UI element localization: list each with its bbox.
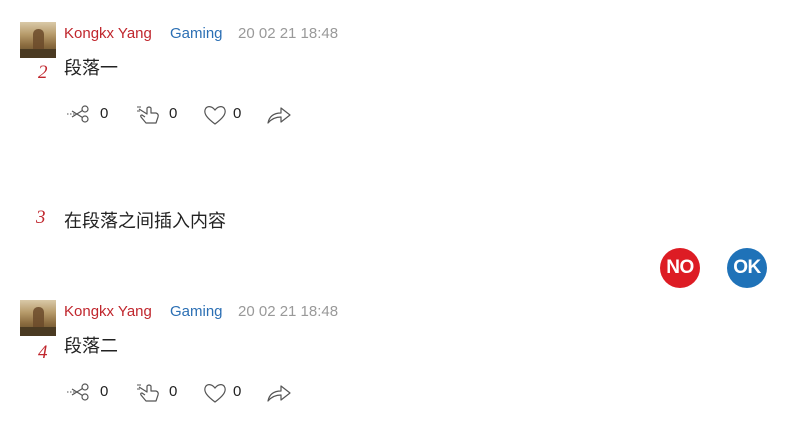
timestamp: 20 02 21 18:48 [238, 25, 339, 42]
ok-button[interactable]: OK [727, 248, 767, 288]
category-tag[interactable]: Gaming [170, 303, 223, 320]
drag-count: 0 [169, 383, 178, 400]
scissors-icon[interactable] [66, 382, 90, 402]
drag-hand-icon[interactable] [136, 104, 162, 126]
author-name[interactable]: Kongkx Yang [64, 25, 152, 42]
category-tag[interactable]: Gaming [170, 25, 223, 42]
no-button[interactable]: NO [660, 248, 700, 288]
scissors-icon[interactable] [66, 104, 90, 124]
heart-icon[interactable] [203, 104, 227, 126]
cut-count: 0 [100, 383, 109, 400]
paragraph-number: 4 [38, 342, 48, 363]
like-count: 0 [233, 105, 242, 122]
ok-label: OK [733, 257, 761, 278]
paragraph-number: 2 [38, 62, 48, 83]
timestamp: 20 02 21 18:48 [238, 303, 339, 320]
share-icon[interactable] [266, 104, 292, 126]
insert-content: 在段落之间插入内容 [64, 211, 226, 232]
avatar[interactable] [20, 22, 56, 58]
no-label: NO [666, 257, 694, 278]
share-icon[interactable] [266, 382, 292, 404]
paragraph-number: 3 [36, 207, 46, 228]
author-name[interactable]: Kongkx Yang [64, 303, 152, 320]
drag-hand-icon[interactable] [136, 382, 162, 404]
cut-count: 0 [100, 105, 109, 122]
drag-count: 0 [169, 105, 178, 122]
avatar[interactable] [20, 300, 56, 336]
post-content: 段落二 [64, 336, 118, 357]
heart-icon[interactable] [203, 382, 227, 404]
post-content: 段落一 [64, 58, 118, 79]
like-count: 0 [233, 383, 242, 400]
